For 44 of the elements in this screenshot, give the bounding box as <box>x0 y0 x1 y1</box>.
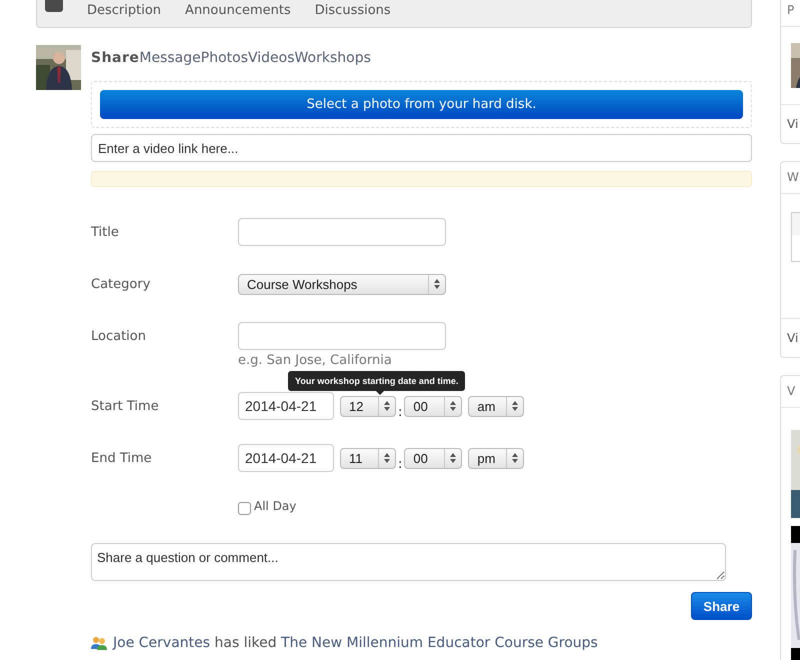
panel-title: W <box>781 162 800 194</box>
meridiem-select[interactable]: pm <box>468 448 524 468</box>
field-label: Location <box>91 328 147 346</box>
users-icon <box>91 636 107 650</box>
share-heading: Share <box>91 50 140 66</box>
nav-tab[interactable]: Description <box>87 3 162 18</box>
field-label: Start Time <box>91 398 160 416</box>
share-tab[interactable]: Videos <box>248 50 295 66</box>
square-icon <box>45 0 63 12</box>
share-tab[interactable]: Workshops <box>294 50 371 66</box>
user-link[interactable]: Joe Cervantes <box>113 635 210 651</box>
field-label: Category <box>91 276 152 294</box>
view-link[interactable]: Vi <box>781 318 800 357</box>
comment-field[interactable]: Share a question or comment... <box>91 543 726 581</box>
activity-text: Joe Cervantes has liked The New Millennium Educator Course Groups <box>113 635 598 651</box>
share-button[interactable]: Share <box>691 592 752 620</box>
time-separator: : <box>398 457 402 472</box>
location-field[interactable] <box>238 322 446 350</box>
minute-select[interactable]: 00 <box>404 448 462 468</box>
group-link[interactable]: The New Millennium Educator Course Groups <box>281 635 598 651</box>
minute-select[interactable]: 00 <box>404 396 462 416</box>
date-field[interactable]: 2014-04-21 <box>238 392 334 420</box>
field-label: End Time <box>91 450 153 468</box>
table-preview <box>791 212 800 262</box>
location-hint: e.g. San Jose, California <box>238 352 393 370</box>
meridiem-select[interactable]: am <box>468 396 524 416</box>
video-link-field[interactable]: Enter a video link here... <box>91 134 752 162</box>
panel-title: V <box>781 376 800 408</box>
nav-tab[interactable]: Discussions <box>314 3 391 18</box>
date-field[interactable]: 2014-04-21 <box>238 444 334 472</box>
field-label: Title <box>91 224 120 242</box>
share-tab[interactable]: Photos <box>200 50 248 66</box>
all-day-checkbox[interactable] <box>238 502 251 514</box>
view-link[interactable]: Vi <box>781 104 800 143</box>
nav-tab[interactable]: Announcements <box>185 3 291 18</box>
category-select[interactable]: Course Workshops <box>238 274 446 294</box>
hour-select[interactable]: 12 <box>340 396 396 416</box>
checkbox-label: All Day <box>254 499 296 513</box>
select-photo-button[interactable]: Select a photo from your hard disk. <box>100 90 743 119</box>
time-separator: : <box>398 405 402 420</box>
title-field[interactable] <box>238 218 446 246</box>
share-tab[interactable]: Message <box>139 50 201 66</box>
panel-title: P <box>781 0 800 27</box>
hour-select[interactable]: 11 <box>340 448 396 468</box>
